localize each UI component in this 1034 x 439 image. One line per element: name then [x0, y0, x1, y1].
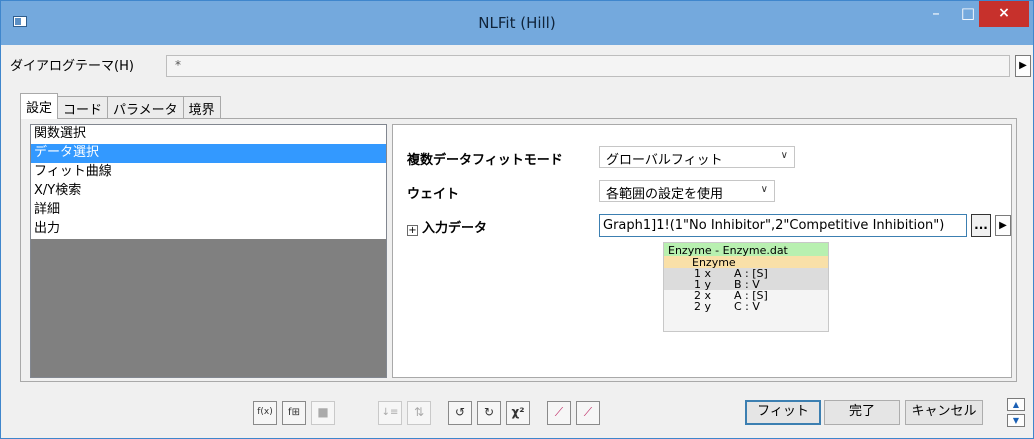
dialog-theme-label: ダイアログテーマ(H) [10, 59, 134, 74]
chisq-icon[interactable]: χ² [506, 401, 530, 425]
tab-settings[interactable]: 設定 [20, 93, 59, 119]
chevron-down-icon: ∨ [780, 150, 788, 161]
simplex-icon[interactable]: ↻ [477, 401, 501, 425]
settings-tab-panel: 関数選択 データ選択 フィット曲線 X/Y検索 詳細 出力 複数データフィットモ… [20, 118, 1017, 382]
nlfit-dialog: NLFit (Hill) – □ × ダイアログテーマ(H) * ▶ 設定 コー… [0, 0, 1034, 439]
data-tooltip: Enzyme - Enzyme.dat Enzyme 1 x A : [S] 1… [663, 242, 829, 332]
input-menu-arrow-icon[interactable]: ▶ [995, 215, 1011, 236]
tree-item-data-select[interactable]: データ選択 [31, 144, 386, 163]
window-title: NLFit (Hill) [478, 14, 556, 32]
expand-icon[interactable]: + [407, 225, 418, 236]
init-params-icon[interactable]: ↺ [448, 401, 472, 425]
multi-fit-mode-label: 複数データフィットモード [407, 153, 563, 168]
close-button[interactable]: × [979, 1, 1029, 27]
fit-till-converged-icon[interactable]: ⟋ [576, 401, 600, 425]
datatip-row-value: C : V [734, 300, 760, 313]
function-organizer-icon[interactable]: f⊞ [282, 401, 306, 425]
datatip-row-key: 2 y [694, 300, 712, 313]
datatip-row: 2 y C : V [664, 301, 828, 312]
minimize-button[interactable]: – [921, 1, 951, 27]
tree-item-advanced[interactable]: 詳細 [31, 201, 386, 220]
fit-button[interactable]: フィット [745, 400, 821, 425]
weight-label: ウェイト [407, 187, 460, 202]
input-data-field[interactable]: Graph1]1!(1"No Inhibitor",2"Competitive … [599, 214, 967, 237]
weight-value: 各範囲の設定を使用 [606, 187, 724, 202]
tab-bounds[interactable]: 境界 [182, 96, 221, 119]
input-data-label: + 入力データ [407, 217, 487, 236]
multi-fit-mode-select[interactable]: グローバルフィット ∨ [599, 146, 795, 168]
dialog-theme-input[interactable]: * [166, 55, 1010, 77]
title-bar[interactable]: NLFit (Hill) – □ × [1, 1, 1033, 45]
reset-icon[interactable]: ⇅ [407, 401, 431, 425]
tree-item-output[interactable]: 出力 [31, 220, 386, 239]
tab-code[interactable]: コード [57, 96, 109, 119]
tab-bar: 設定 コード パラメータ 境界 [20, 93, 221, 119]
weight-select[interactable]: 各範囲の設定を使用 ∨ [599, 180, 775, 202]
done-button[interactable]: 完了 [824, 400, 900, 425]
sort-icon[interactable]: ↓≡ [378, 401, 402, 425]
browse-button[interactable]: ... [971, 214, 991, 237]
function-builder-icon[interactable]: f(x) [253, 401, 277, 425]
data-selection-panel: 複数データフィットモード グローバルフィット ∨ ウェイト 各範囲の設定を使用 … [392, 124, 1012, 378]
tree-item-function-select[interactable]: 関数選択 [31, 125, 386, 144]
tree-item-xy-search[interactable]: X/Y検索 [31, 182, 386, 201]
chevron-down-icon: ∨ [760, 184, 768, 195]
one-iteration-icon[interactable]: ⟋ [547, 401, 571, 425]
multi-fit-mode-value: グローバルフィット [606, 153, 723, 168]
tree-item-fit-curve[interactable]: フィット曲線 [31, 163, 386, 182]
settings-tree[interactable]: 関数選択 データ選択 フィット曲線 X/Y検索 詳細 出力 [30, 124, 387, 378]
theme-menu-arrow-icon[interactable]: ▶ [1015, 55, 1031, 77]
tree-list: 関数選択 データ選択 フィット曲線 X/Y検索 詳細 出力 [31, 125, 386, 239]
save-icon[interactable]: ■ [311, 401, 335, 425]
input-data-label-text: 入力データ [422, 221, 488, 236]
datatip-book: Enzyme - Enzyme.dat [664, 243, 828, 256]
expand-down-icon[interactable]: ▼ [1007, 414, 1025, 427]
collapse-up-icon[interactable]: ▲ [1007, 398, 1025, 411]
tab-parameters[interactable]: パラメータ [107, 96, 184, 119]
cancel-button[interactable]: キャンセル [905, 400, 983, 425]
